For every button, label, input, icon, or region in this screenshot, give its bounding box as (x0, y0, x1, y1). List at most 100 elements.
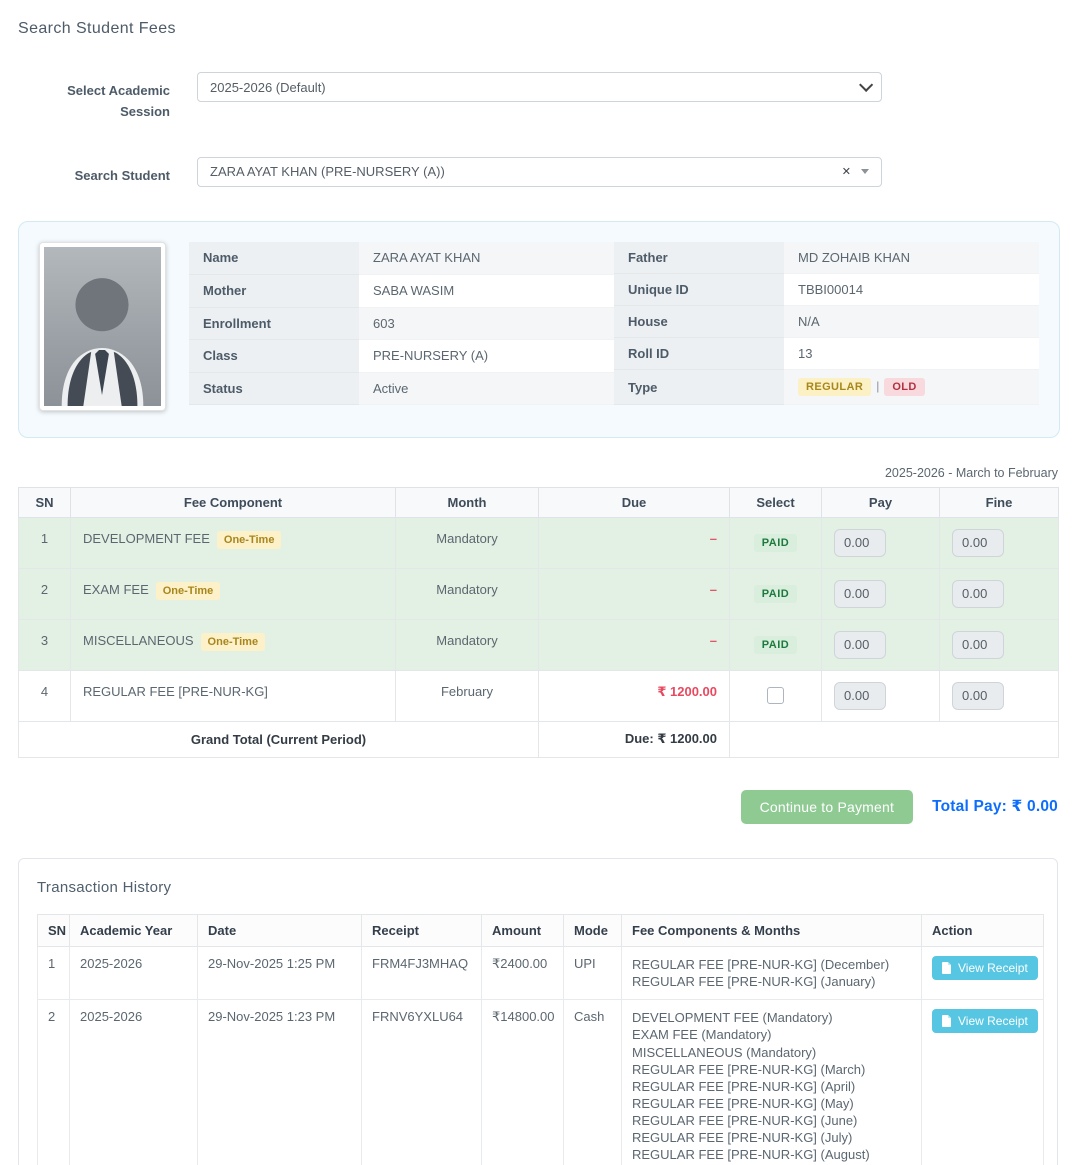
info-label: House (614, 306, 784, 338)
info-row-name: Name ZARA AYAT KHAN (189, 242, 614, 275)
txn-year: 2025-2026 (70, 946, 198, 999)
continue-to-payment-button[interactable]: Continue to Payment (741, 790, 914, 824)
fee-pay-cell (822, 568, 940, 619)
payment-actions: Continue to Payment Total Pay: ₹ 0.00 (18, 790, 1058, 824)
type-badge-separator: | (876, 379, 879, 393)
info-row-class: Class PRE-NURSERY (A) (189, 340, 614, 373)
fee-pay-cell (822, 517, 940, 568)
info-row-father: Father MD ZOHAIB KHAN (614, 242, 1039, 274)
pay-input[interactable] (834, 529, 886, 557)
search-form: Select Academic Session 2025-2026 (Defau… (18, 72, 1060, 187)
due-amount: ₹ 1200.00 (657, 684, 717, 699)
fee-select-cell: PAID (730, 517, 822, 568)
fine-input[interactable] (952, 529, 1004, 557)
due-dash: – (710, 582, 717, 597)
component-line: REGULAR FEE [PRE-NUR-KG] (April) (632, 1078, 911, 1095)
fee-fine-cell (940, 670, 1059, 721)
fee-col-month: Month (396, 487, 539, 517)
component-line: DEVELOPMENT FEE (Mandatory) (632, 1009, 911, 1026)
txn-components: DEVELOPMENT FEE (Mandatory) EXAM FEE (Ma… (622, 1000, 922, 1165)
clear-selection-icon[interactable]: ✕ (842, 165, 851, 178)
fee-sn: 3 (19, 619, 71, 670)
fee-month: February (396, 670, 539, 721)
student-avatar (44, 247, 161, 406)
fee-sn: 4 (19, 670, 71, 721)
fee-component-cell: REGULAR FEE [PRE-NUR-KG] (71, 670, 396, 721)
session-label: Select Academic Session (18, 72, 170, 123)
fee-row-select-checkbox[interactable] (767, 687, 784, 704)
info-row-status: Status Active (189, 372, 614, 405)
fee-pay-cell (822, 670, 940, 721)
txn-action: View Receipt (922, 1000, 1044, 1165)
due-dash: – (710, 531, 717, 546)
fee-row: 1 DEVELOPMENT FEEOne-Time Mandatory – PA… (19, 517, 1059, 568)
info-value: MD ZOHAIB KHAN (784, 242, 1039, 274)
grand-total-row: Grand Total (Current Period) Due: ₹ 1200… (19, 721, 1059, 757)
fine-input[interactable] (952, 682, 1004, 710)
txn-year: 2025-2026 (70, 1000, 198, 1165)
info-label: Status (189, 372, 359, 405)
txn-col-mode: Mode (564, 914, 622, 946)
student-search-value: ZARA AYAT KHAN (PRE-NURSERY (A)) (210, 164, 834, 179)
fee-component-name: MISCELLANEOUS (83, 633, 194, 648)
page-title: Search Student Fees (18, 20, 1060, 38)
paid-badge: PAID (754, 534, 797, 552)
transaction-table: SN Academic Year Date Receipt Amount Mod… (37, 914, 1044, 1165)
fee-col-select: Select (730, 487, 822, 517)
info-label: Mother (189, 274, 359, 307)
info-row-enrollment: Enrollment 603 (189, 307, 614, 340)
fee-col-due: Due (539, 487, 730, 517)
student-info-card: Name ZARA AYAT KHAN Mother SABA WASIM En… (18, 221, 1060, 438)
info-label: Class (189, 340, 359, 373)
info-row-house: House N/A (614, 306, 1039, 338)
type-badge-old: OLD (884, 378, 924, 396)
fee-row: 4 REGULAR FEE [PRE-NUR-KG] February ₹ 12… (19, 670, 1059, 721)
fee-month: Mandatory (396, 517, 539, 568)
pay-input[interactable] (834, 682, 886, 710)
fee-component-name: DEVELOPMENT FEE (83, 531, 210, 546)
txn-receipt: FRM4FJ3MHAQ (362, 946, 482, 999)
academic-session-select[interactable]: 2025-2026 (Default) (197, 72, 882, 102)
pay-input[interactable] (834, 631, 886, 659)
fine-input[interactable] (952, 580, 1004, 608)
view-receipt-button[interactable]: View Receipt (932, 1009, 1038, 1033)
fee-col-component: Fee Component (71, 487, 396, 517)
txn-col-receipt: Receipt (362, 914, 482, 946)
fee-due: ₹ 1200.00 (539, 670, 730, 721)
transaction-table-header: SN Academic Year Date Receipt Amount Mod… (38, 914, 1044, 946)
fee-component-name: REGULAR FEE [PRE-NUR-KG] (83, 684, 268, 699)
fee-table: SN Fee Component Month Due Select Pay Fi… (18, 487, 1059, 758)
component-line: REGULAR FEE [PRE-NUR-KG] (December) (632, 956, 911, 973)
student-row: Search Student ZARA AYAT KHAN (PRE-NURSE… (18, 157, 1060, 187)
fee-col-fine: Fine (940, 487, 1059, 517)
fee-fine-cell (940, 568, 1059, 619)
fee-fine-cell (940, 517, 1059, 568)
transaction-history-panel: Transaction History SN Academic Year Dat… (18, 858, 1058, 1165)
paid-badge: PAID (754, 585, 797, 603)
txn-sn: 2 (38, 1000, 70, 1165)
due-dash: – (710, 633, 717, 648)
txn-action: View Receipt (922, 946, 1044, 999)
pay-input[interactable] (834, 580, 886, 608)
txn-sn: 1 (38, 946, 70, 999)
component-line: MISCELLANEOUS (Mandatory) (632, 1044, 911, 1061)
component-line: REGULAR FEE [PRE-NUR-KG] (June) (632, 1112, 911, 1129)
info-label: Unique ID (614, 274, 784, 306)
transaction-row: 2 2025-2026 29-Nov-2025 1:23 PM FRNV6YXL… (38, 1000, 1044, 1165)
txn-col-components: Fee Components & Months (622, 914, 922, 946)
view-receipt-button[interactable]: View Receipt (932, 956, 1038, 980)
fee-sn: 1 (19, 517, 71, 568)
page: Search Student Fees Select Academic Sess… (0, 0, 1078, 1165)
paid-badge: PAID (754, 636, 797, 654)
component-line: REGULAR FEE [PRE-NUR-KG] (March) (632, 1061, 911, 1078)
info-value: Active (359, 372, 614, 405)
info-row-unique-id: Unique ID TBBI00014 (614, 274, 1039, 306)
view-receipt-label: View Receipt (958, 1014, 1028, 1028)
fine-input[interactable] (952, 631, 1004, 659)
txn-mode: Cash (564, 1000, 622, 1165)
student-info-left: Name ZARA AYAT KHAN Mother SABA WASIM En… (189, 242, 614, 406)
total-pay-amount: Total Pay: ₹ 0.00 (932, 797, 1058, 816)
student-search-select[interactable]: ZARA AYAT KHAN (PRE-NURSERY (A)) ✕ (197, 157, 882, 187)
info-value: 13 (784, 338, 1039, 370)
info-value: SABA WASIM (359, 274, 614, 307)
